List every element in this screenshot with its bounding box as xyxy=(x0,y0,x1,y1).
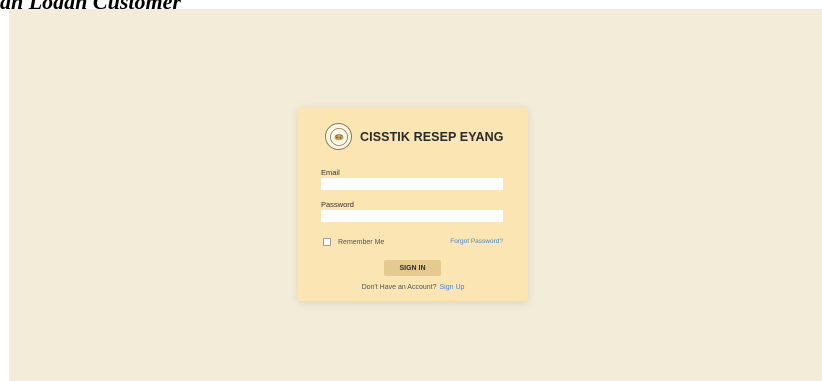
brand-name: CISSTIK RESEP EYANG xyxy=(360,129,504,144)
login-card: CISSTIK RESEP EYANG Email Password Remem… xyxy=(298,107,528,301)
email-field[interactable] xyxy=(321,178,503,190)
password-label: Password xyxy=(321,200,354,209)
signup-row: Don't Have an Account? Sign Up xyxy=(298,284,528,291)
sign-in-button[interactable]: SIGN IN xyxy=(384,260,441,276)
password-field[interactable] xyxy=(321,210,503,222)
restaurant-logo-icon xyxy=(325,123,352,150)
login-page: CISSTIK RESEP EYANG Email Password Remem… xyxy=(9,9,822,381)
forgot-password-link[interactable]: Forgot Password? xyxy=(450,238,503,245)
remember-me-label: Remember Me xyxy=(338,238,385,246)
remember-me-checkbox[interactable] xyxy=(323,238,331,246)
sign-up-link[interactable]: Sign Up xyxy=(439,284,464,291)
remember-me-row[interactable]: Remember Me xyxy=(323,238,384,246)
email-label: Email xyxy=(321,168,340,177)
brand-header: CISSTIK RESEP EYANG xyxy=(325,123,504,150)
signup-prompt: Don't Have an Account? xyxy=(361,284,437,291)
